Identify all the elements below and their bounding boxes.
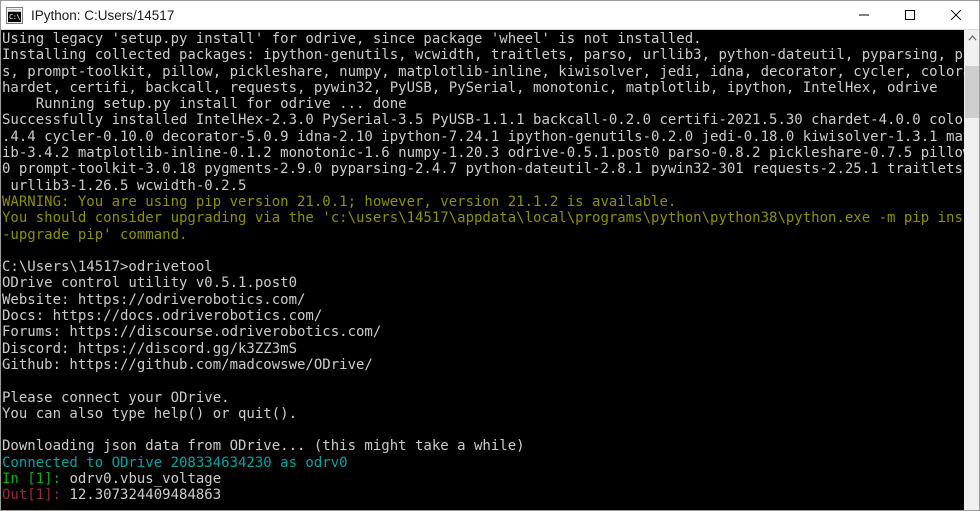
console-icon: C:\ (6, 6, 23, 24)
maximize-icon (905, 10, 915, 20)
terminal-line: Docs: https://docs.odriverobotics.com/ (2, 308, 323, 325)
terminal-line: Github: https://github.com/madcowswe/ODr… (2, 356, 373, 373)
terminal-line: hardet, certifi, backcall, requests, pyw… (2, 79, 938, 96)
terminal-line: -upgrade pip' command. (2, 226, 188, 243)
terminal-line: s, prompt-toolkit, pillow, pickleshare, … (2, 63, 964, 80)
scrollbar-up-button[interactable] (965, 30, 979, 46)
terminal-span: odrv0.vbus_voltage (61, 471, 222, 488)
terminal-line: Using legacy 'setup.py install' for odri… (2, 31, 702, 47)
minimize-button[interactable] (841, 1, 887, 29)
terminal-span: In [1]: (2, 471, 62, 488)
terminal-line: C:\Users\14517>odrivetool (2, 259, 213, 276)
terminal-line: 0 prompt-toolkit-3.0.18 pygments-2.9.0 p… (2, 161, 964, 178)
close-button[interactable] (933, 1, 979, 29)
scrollbar-track[interactable] (965, 118, 979, 510)
vertical-scrollbar[interactable] (964, 30, 979, 510)
terminal-line: Discord: https://discord.gg/k3ZZ3mS (2, 340, 298, 357)
terminal-line: Website: https://odriverobotics.com/ (2, 291, 306, 308)
terminal-line: Please connect your ODrive. (2, 389, 230, 406)
console-body[interactable]: Using legacy 'setup.py install' for odri… (1, 30, 979, 510)
terminal-line: ib-3.4.2 matplotlib-inline-0.1.2 monoton… (2, 145, 964, 162)
terminal-line: Forums: https://discourse.odriverobotics… (2, 324, 382, 341)
terminal-line: Successfully installed IntelHex-2.3.0 Py… (2, 112, 964, 129)
terminal-line: Connected to ODrive 208334634230 as odrv… (2, 454, 348, 471)
chevron-up-icon (968, 35, 977, 41)
terminal-line: You should consider upgrading via the 'c… (2, 210, 964, 227)
terminal-line: WARNING: You are using pip version 21.0.… (2, 193, 677, 210)
window-title: IPython: C:Users/14517 (31, 7, 175, 23)
close-icon (950, 9, 962, 21)
terminal-line: urllib3-1.26.5 wcwidth-0.2.5 (2, 177, 247, 194)
terminal-line: .4.4 cycler-0.10.0 decorator-5.0.9 idna-… (2, 128, 964, 145)
maximize-button[interactable] (887, 1, 933, 29)
ipython-console-window: C:\ IPython: C:Users/14517 Using legacy … (0, 0, 980, 511)
minimize-icon (859, 14, 869, 16)
terminal-output[interactable]: Using legacy 'setup.py install' for odri… (1, 30, 964, 510)
terminal-line: ODrive control utility v0.5.1.post0 (2, 275, 298, 292)
terminal-line: In [1]: odrv0.vbus_voltage (2, 471, 964, 487)
terminal-line: You can also type help() or quit(). (2, 405, 298, 422)
terminal-line: Out[1]: 12.307324409484863 (2, 487, 964, 503)
scrollbar-thumb[interactable] (965, 66, 979, 118)
terminal-line: Running setup.py install for odrive ... … (2, 96, 407, 113)
window-controls (841, 1, 979, 29)
terminal-span: Out[1]: (2, 487, 62, 504)
terminal-line: Installing collected packages: ipython-g… (2, 47, 964, 64)
terminal-line: Downloading json data from ODrive... (th… (2, 438, 525, 455)
terminal-span: 12.307324409484863 (61, 487, 222, 504)
window-titlebar: C:\ IPython: C:Users/14517 (1, 1, 979, 30)
console-icon-prompt: C:\ (8, 11, 21, 22)
